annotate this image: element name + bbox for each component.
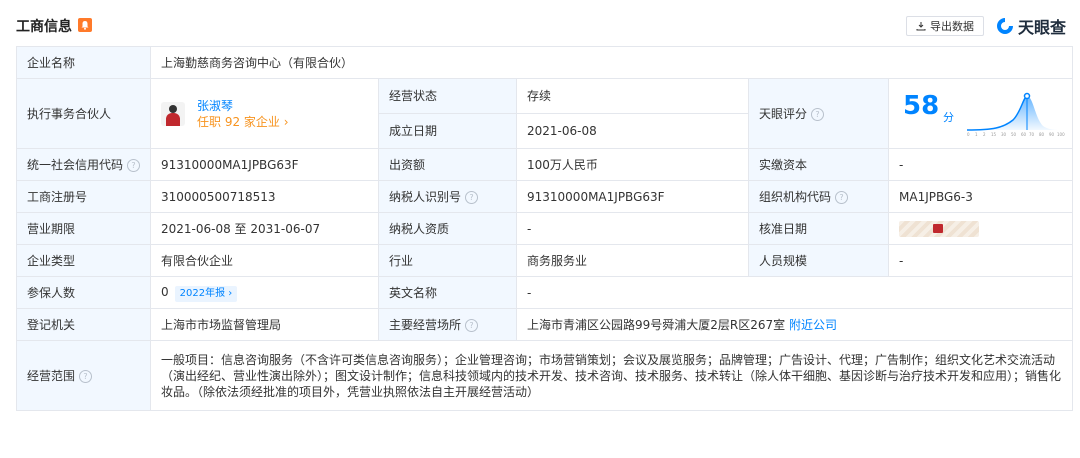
capital-value: 100万人民币 bbox=[516, 148, 749, 181]
authority-value: 上海市市场监督管理局 bbox=[150, 308, 379, 341]
score-tick: 60 bbox=[1021, 132, 1027, 137]
authority-label: 登记机关 bbox=[16, 308, 151, 341]
reg-no-value: 310000500718513 bbox=[150, 180, 379, 213]
term-label: 营业期限 bbox=[16, 212, 151, 245]
taxpayer-qual-label: 纳税人资质 bbox=[378, 212, 517, 245]
nearby-companies-link[interactable]: 附近公司 bbox=[789, 318, 837, 332]
score-distribution-chart: 0 1 2 15 30 50 60 70 80 90 100 bbox=[966, 92, 1065, 137]
scope-label: 经营范围 bbox=[27, 368, 76, 383]
partner-label: 执行事务合伙人 bbox=[16, 78, 151, 149]
taxpayer-id-label-cell: 纳税人识别号? bbox=[378, 180, 517, 213]
company-name-label: 企业名称 bbox=[16, 46, 151, 79]
help-icon[interactable]: ? bbox=[465, 318, 479, 332]
insured-label: 参保人数 bbox=[16, 276, 151, 309]
score-cell: 58 分 0 1 2 15 30 50 60 70 80 90 100 bbox=[887, 78, 1074, 149]
help-icon[interactable]: ? bbox=[835, 190, 849, 204]
address-value: 上海市青浦区公园路99号舜浦大厦2层R区267室 bbox=[527, 317, 786, 332]
export-data-label: 导出数据 bbox=[930, 20, 974, 33]
scope-label-cell: 经营范围? bbox=[16, 340, 151, 411]
annual-report-tag[interactable]: 2022年报 › bbox=[174, 285, 238, 302]
table-row: 经营范围? 一般项目：信息咨询服务（不含许可类信息咨询服务）；企业管理咨询；市场… bbox=[16, 340, 1074, 411]
score-tick: 0 bbox=[967, 132, 970, 137]
score-tick: 2 bbox=[983, 132, 986, 137]
table-row: 营业期限 2021-06-08 至 2031-06-07 纳税人资质 - 核准日… bbox=[16, 212, 1074, 245]
lock-icon bbox=[933, 223, 943, 233]
taxpayer-id-label: 纳税人识别号 bbox=[389, 189, 462, 204]
help-icon[interactable]: ? bbox=[465, 190, 479, 204]
table-row: 执行事务合伙人 张淑琴 任职 92 家企业 › 经营状态 存续 天眼评分? 58… bbox=[16, 78, 1074, 149]
score-label: 天眼评分 bbox=[759, 106, 808, 121]
score-unit: 分 bbox=[943, 110, 954, 124]
type-label: 企业类型 bbox=[16, 244, 151, 277]
founded-label: 成立日期 bbox=[378, 113, 517, 149]
paid-capital-label: 实缴资本 bbox=[748, 148, 889, 181]
founded-value: 2021-06-08 bbox=[516, 113, 749, 149]
score-tick: 70 bbox=[1029, 132, 1035, 137]
partner-cell: 张淑琴 任职 92 家企业 › bbox=[150, 78, 379, 149]
address-label: 主要经营场所 bbox=[389, 317, 462, 332]
table-row: 统一社会信用代码? 91310000MA1JPBG63F 出资额 100万人民币… bbox=[16, 148, 1074, 181]
taxpayer-qual-value: - bbox=[516, 212, 749, 245]
approve-date-label: 核准日期 bbox=[748, 212, 889, 245]
score-value: 58 bbox=[903, 90, 940, 121]
status-label: 经营状态 bbox=[378, 78, 517, 114]
table-row: 工商注册号 310000500718513 纳税人识别号? 91310000MA… bbox=[16, 180, 1074, 213]
company-name-value: 上海勤慈商务咨询中心（有限合伙） bbox=[149, 46, 1074, 79]
reg-no-label: 工商注册号 bbox=[16, 180, 151, 213]
english-name-label: 英文名称 bbox=[378, 276, 517, 309]
tianyancha-logo-icon bbox=[997, 18, 1013, 34]
staff-size-value: - bbox=[887, 244, 1074, 277]
credit-code-label-cell: 统一社会信用代码? bbox=[16, 148, 151, 181]
bell-icon[interactable] bbox=[78, 18, 92, 32]
partner-count-link[interactable]: 任职 92 家企业 › bbox=[197, 114, 289, 130]
download-icon bbox=[916, 22, 926, 31]
capital-label: 出资额 bbox=[378, 148, 517, 181]
taxpayer-id-value: 91310000MA1JPBG63F bbox=[516, 180, 749, 213]
term-value: 2021-06-08 至 2031-06-07 bbox=[150, 212, 379, 245]
help-icon[interactable]: ? bbox=[127, 158, 141, 172]
help-icon[interactable]: ? bbox=[811, 107, 825, 121]
score-tick: 90 bbox=[1049, 132, 1055, 137]
score-tick: 1 bbox=[975, 132, 978, 137]
paid-capital-value: - bbox=[887, 148, 1074, 181]
locked-value[interactable] bbox=[899, 220, 979, 237]
staff-size-label: 人员规模 bbox=[748, 244, 889, 277]
industry-label: 行业 bbox=[378, 244, 517, 277]
brand-text: 天眼查 bbox=[1018, 18, 1067, 37]
export-data-button[interactable]: 导出数据 bbox=[906, 16, 984, 36]
table-row: 参保人数 0 2022年报 › 英文名称 - bbox=[16, 276, 1074, 309]
help-icon[interactable]: ? bbox=[79, 369, 93, 383]
org-code-label: 组织机构代码 bbox=[759, 189, 832, 204]
insured-cell: 0 2022年报 › bbox=[150, 276, 379, 309]
score-tick: 80 bbox=[1039, 132, 1045, 137]
scope-value: 一般项目：信息咨询服务（不含许可类信息咨询服务）；企业管理咨询；市场营销策划；会… bbox=[149, 340, 1074, 411]
type-value: 有限合伙企业 bbox=[150, 244, 379, 277]
brand-logo: 天眼查 bbox=[996, 14, 1066, 38]
industry-value: 商务服务业 bbox=[516, 244, 749, 277]
org-code-value: MA1JPBG6-3 bbox=[887, 180, 1074, 213]
table-row: 企业名称 上海勤慈商务咨询中心（有限合伙） bbox=[16, 46, 1074, 79]
score-tick: 100 bbox=[1057, 132, 1065, 137]
score-tick: 30 bbox=[1001, 132, 1007, 137]
score-tick: 15 bbox=[991, 132, 997, 137]
score-tick: 50 bbox=[1011, 132, 1017, 137]
avatar[interactable] bbox=[161, 101, 185, 126]
business-info-table: 企业名称 上海勤慈商务咨询中心（有限合伙） 执行事务合伙人 张淑琴 任职 92 … bbox=[16, 46, 1074, 411]
english-name-value: - bbox=[515, 276, 1074, 309]
table-row: 企业类型 有限合伙企业 行业 商务服务业 人员规模 - bbox=[16, 244, 1074, 277]
table-row: 登记机关 上海市市场监督管理局 主要经营场所? 上海市青浦区公园路99号舜浦大厦… bbox=[16, 308, 1074, 341]
section-title: 工商信息 bbox=[16, 19, 72, 35]
partner-name-link[interactable]: 张淑琴 bbox=[197, 98, 289, 114]
address-cell: 上海市青浦区公园路99号舜浦大厦2层R区267室 附近公司 bbox=[515, 308, 1074, 341]
insured-value: 0 bbox=[161, 284, 169, 299]
status-value: 存续 bbox=[516, 78, 749, 114]
org-code-label-cell: 组织机构代码? bbox=[748, 180, 889, 213]
credit-code-label: 统一社会信用代码 bbox=[27, 157, 124, 172]
address-label-cell: 主要经营场所? bbox=[378, 308, 517, 341]
score-label-cell: 天眼评分? bbox=[748, 78, 889, 149]
credit-code-value: 91310000MA1JPBG63F bbox=[150, 148, 379, 181]
section-header: 工商信息 导出数据 天眼查 bbox=[0, 0, 1080, 46]
approve-date-cell bbox=[887, 212, 1074, 245]
